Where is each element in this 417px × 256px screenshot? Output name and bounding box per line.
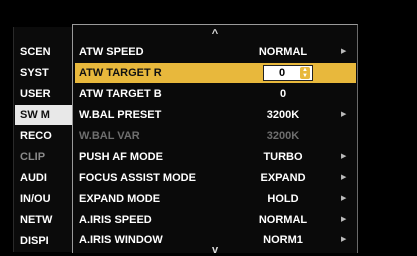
menu-row-wbal-var: W.BAL VAR 3200K [73, 126, 354, 146]
category-item-display[interactable]: DISPI [20, 231, 72, 251]
submenu-arrow-icon: ▶ [341, 174, 347, 181]
menu-row-wbal-preset[interactable]: W.BAL PRESET 3200K ▶ [73, 105, 354, 125]
category-item-network[interactable]: NETW [20, 210, 72, 230]
submenu-arrow-icon: ▶ [341, 153, 347, 160]
menu-row-label: W.BAL PRESET [79, 109, 162, 121]
menu-row-airis-speed[interactable]: A.IRIS SPEED NORMAL ▶ [73, 210, 354, 230]
menu-row-value: 3200K [266, 130, 300, 142]
value-spinner[interactable]: 0 ▲ ▼ [263, 65, 313, 81]
menu-row-label: ATW TARGET R [79, 67, 162, 79]
category-sidebar: SCEN SYST USER SW M RECO CLIP AUDI IN/OU… [13, 27, 74, 252]
menu-row-value: 3200K [266, 109, 300, 121]
menu-row-value: NORMAL [258, 46, 308, 58]
menu-row-label: W.BAL VAR [79, 130, 140, 142]
category-item-clip[interactable]: CLIP [20, 147, 72, 167]
menu-row-focus-assist-mode[interactable]: FOCUS ASSIST MODE EXPAND ▶ [73, 168, 354, 188]
sw-mode-submenu: ^ ATW SPEED NORMAL ▶ ATW TARGET R 0 ▲ ▼ … [72, 24, 358, 256]
menu-row-atw-target-b[interactable]: ATW TARGET B 0 [73, 84, 354, 104]
menu-row-value: TURBO [263, 151, 303, 163]
menu-row-label: ATW TARGET B [79, 88, 162, 100]
category-item-in-out[interactable]: IN/OU [20, 189, 72, 209]
submenu-arrow-icon: ▶ [341, 111, 347, 118]
submenu-arrow-icon: ▶ [341, 216, 347, 223]
spinner-value: 0 [278, 67, 286, 79]
menu-row-label: EXPAND MODE [79, 193, 161, 205]
submenu-arrow-icon: ▶ [341, 195, 347, 202]
category-item-recording[interactable]: RECO [20, 126, 72, 146]
menu-row-atw-speed[interactable]: ATW SPEED NORMAL ▶ [73, 42, 354, 62]
category-item-audio[interactable]: AUDI [20, 168, 72, 188]
category-item-scene[interactable]: SCEN [20, 42, 72, 62]
category-item-system[interactable]: SYST [20, 63, 72, 83]
menu-row-label: FOCUS ASSIST MODE [79, 172, 196, 184]
menu-row-value: EXPAND [260, 172, 306, 184]
category-item-sw-mode[interactable]: SW M [15, 105, 74, 125]
menu-row-value: HOLD [267, 193, 299, 205]
menu-row-expand-mode[interactable]: EXPAND MODE HOLD ▶ [73, 189, 354, 209]
camera-menu-screen: SCEN SYST USER SW M RECO CLIP AUDI IN/OU… [0, 0, 417, 256]
spinner-arrows-icon[interactable]: ▲ ▼ [300, 67, 310, 79]
scroll-up-icon[interactable]: ^ [73, 28, 357, 40]
menu-row-value: 0 [279, 88, 287, 100]
menu-row-label: PUSH AF MODE [79, 151, 163, 163]
menu-row-atw-target-r[interactable]: ATW TARGET R 0 ▲ ▼ [75, 63, 356, 83]
menu-row-value: NORMAL [258, 214, 308, 226]
menu-row-label: A.IRIS SPEED [79, 214, 152, 226]
menu-row-push-af-mode[interactable]: PUSH AF MODE TURBO ▶ [73, 147, 354, 167]
menu-row-label: ATW SPEED [79, 46, 144, 58]
scroll-down-icon[interactable]: v [73, 244, 357, 256]
category-item-user[interactable]: USER [20, 84, 72, 104]
submenu-arrow-icon: ▶ [341, 48, 347, 55]
